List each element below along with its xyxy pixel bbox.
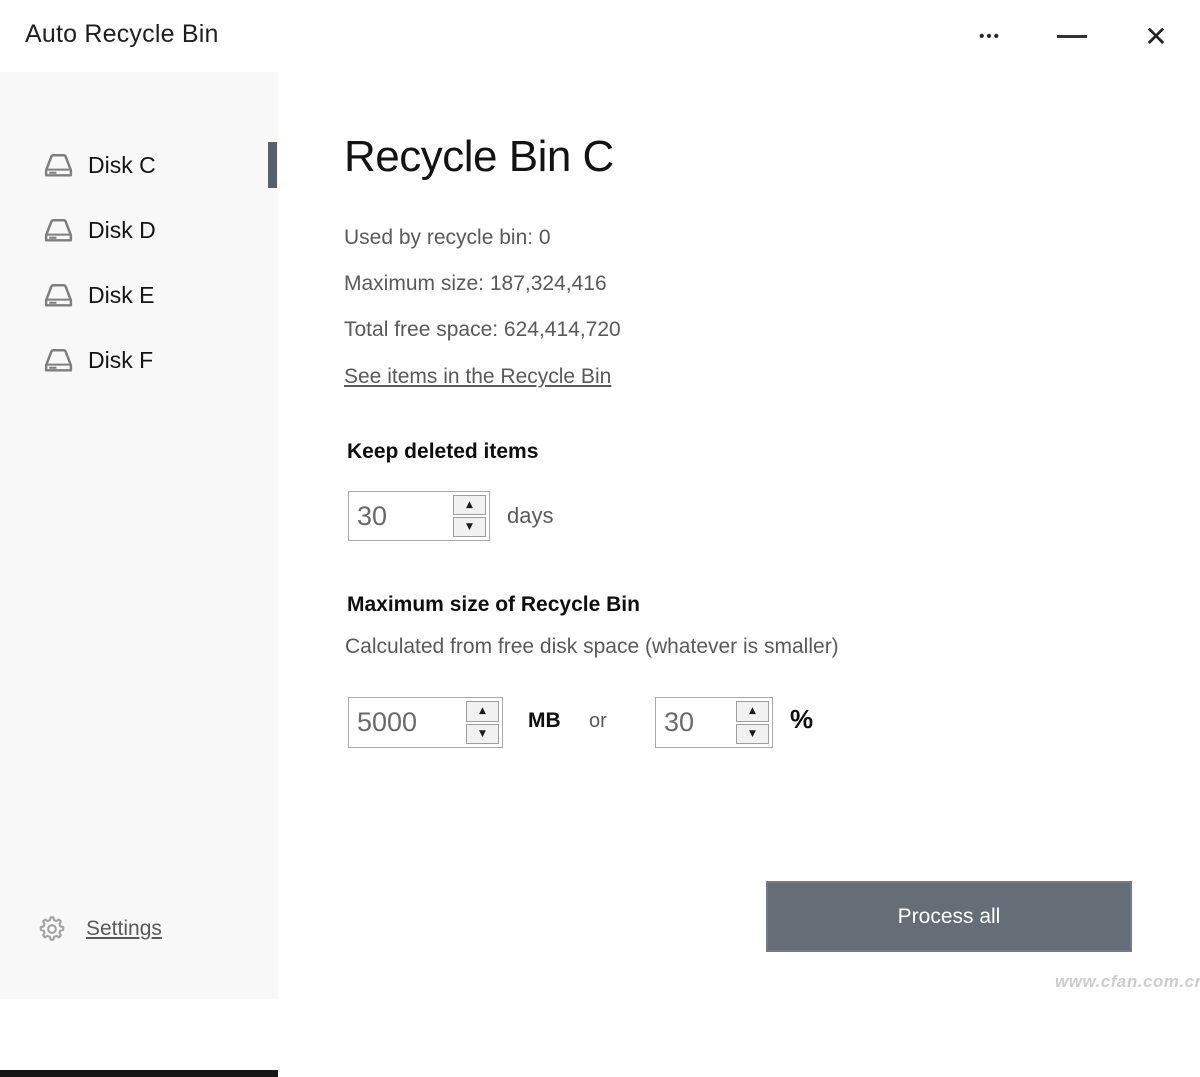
sidebar-item-disk-d[interactable]: Disk D: [0, 199, 278, 261]
stat-total-free-space: Total free space: 624,414,720: [344, 318, 621, 342]
page-title: Recycle Bin C: [344, 132, 614, 182]
sidebar-item-label: Disk C: [88, 152, 156, 179]
gear-icon: [37, 914, 67, 944]
spin-up-icon[interactable]: ▲: [466, 701, 499, 722]
keep-deleted-items-label: Keep deleted items: [347, 440, 538, 464]
days-input[interactable]: [349, 492, 453, 540]
maximum-size-description: Calculated from free disk space (whateve…: [345, 635, 839, 659]
sidebar-item-disk-e[interactable]: Disk E: [0, 264, 278, 326]
spin-up-icon[interactable]: ▲: [453, 495, 486, 515]
disk-icon: [42, 281, 75, 309]
disk-icon: [42, 216, 75, 244]
mb-spin-buttons: ▲ ▼: [466, 701, 499, 744]
sidebar-item-disk-c[interactable]: Disk C: [0, 134, 278, 196]
stat-maximum-size: Maximum size: 187,324,416: [344, 272, 607, 296]
percent-input[interactable]: [656, 698, 736, 747]
sidebar-item-label: Disk E: [88, 282, 154, 309]
disk-icon: [42, 346, 75, 374]
disk-icon: [42, 151, 75, 179]
or-label: or: [589, 710, 607, 733]
days-spinner: ▲ ▼: [348, 491, 490, 541]
menu-dots-icon[interactable]: •••: [962, 10, 1018, 62]
mb-input[interactable]: [349, 698, 466, 747]
spin-down-icon[interactable]: ▼: [453, 517, 486, 537]
see-items-link[interactable]: See items in the Recycle Bin: [344, 365, 611, 389]
sidebar-item-label: Disk F: [88, 347, 153, 374]
days-spin-buttons: ▲ ▼: [453, 495, 486, 537]
watermark: www.cfan.com.cn: [1055, 972, 1195, 992]
sidebar: Disk C Disk D Disk E Disk F Settings: [0, 72, 278, 999]
titlebar: Auto Recycle Bin ••• ✕: [0, 0, 1200, 72]
close-button[interactable]: ✕: [1128, 10, 1184, 62]
percent-unit-label: %: [790, 704, 813, 735]
percent-spinner: ▲ ▼: [655, 697, 773, 748]
mb-unit-label: MB: [528, 709, 561, 733]
minimize-button[interactable]: [1044, 10, 1100, 62]
spin-down-icon[interactable]: ▼: [736, 724, 769, 745]
sidebar-item-settings[interactable]: Settings: [0, 903, 278, 955]
sidebar-item-label: Disk D: [88, 217, 156, 244]
process-all-button[interactable]: Process all: [766, 881, 1132, 952]
mb-spinner: ▲ ▼: [348, 697, 503, 748]
app-title: Auto Recycle Bin: [25, 20, 219, 49]
bottom-edge-strip: [0, 1070, 278, 1077]
main-panel: Recycle Bin C Used by recycle bin: 0 Max…: [278, 72, 1200, 1005]
stat-used-by-recycle-bin: Used by recycle bin: 0: [344, 226, 551, 250]
sidebar-item-disk-f[interactable]: Disk F: [0, 329, 278, 391]
days-unit-label: days: [507, 503, 553, 529]
maximum-size-label: Maximum size of Recycle Bin: [347, 593, 640, 617]
percent-spin-buttons: ▲ ▼: [736, 701, 769, 744]
minimize-icon: [1057, 35, 1087, 38]
spin-down-icon[interactable]: ▼: [466, 724, 499, 745]
settings-link[interactable]: Settings: [86, 917, 162, 941]
spin-up-icon[interactable]: ▲: [736, 701, 769, 722]
